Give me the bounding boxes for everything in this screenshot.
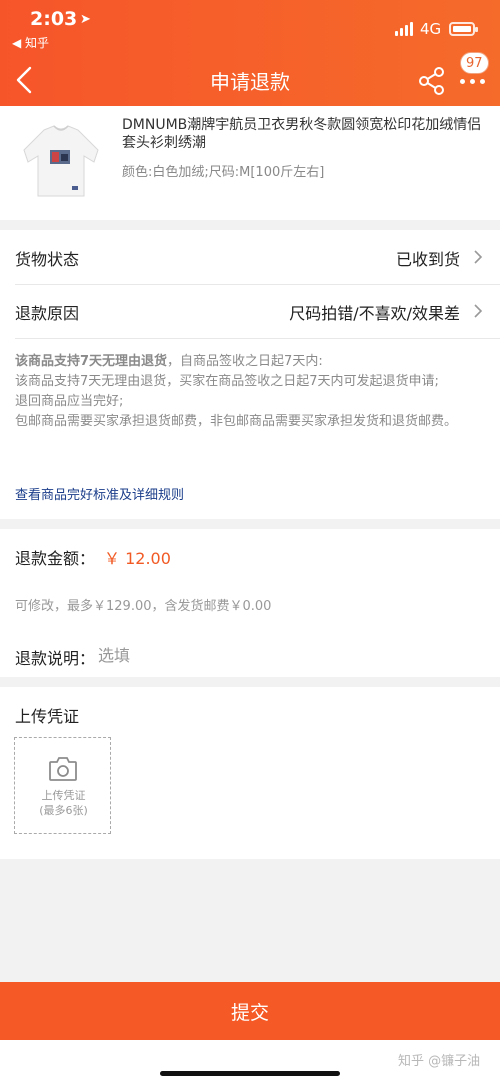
share-icon[interactable] [418,66,446,96]
product-card: DMNUMB潮牌宇航员卫衣男秋冬款圆领宽松印花加绒情侣套头衫刺绣潮 颜色:白色加… [0,106,500,220]
goods-status-label: 货物状态 [15,250,80,269]
more-icon[interactable] [460,76,486,86]
upload-box-label-line1: 上传凭证 [41,789,86,802]
network-type: 4G [420,20,442,38]
chevron-right-icon [474,304,483,318]
product-spec: 颜色:白色加绒;尺码:M[100斤左右] [122,165,325,180]
divider [15,338,500,339]
submit-button[interactable]: 提交 [0,982,500,1040]
chevron-right-icon [474,250,483,264]
goods-status-value: 已收到货 [395,250,460,269]
top-bar: 2:03 ➤ ◀ 知乎 4G 申请退款 97 [0,0,500,106]
return-policy: 该商品支持7天无理由退货，自商品签收之日起7天内: 该商品支持7天无理由退货，买… [15,352,490,432]
policy-bold: 该商品支持7天无理由退货 [15,354,168,369]
location-arrow-icon: ➤ [80,12,91,27]
product-title: DMNUMB潮牌宇航员卫衣男秋冬款圆领宽松印花加绒情侣套头衫刺绣潮 [122,117,482,151]
status-time: 2:03 [30,8,78,30]
refund-reason-row[interactable]: 退款原因 尺码拍错/不喜欢/效果差 [0,284,500,338]
message-count-badge: 97 [460,52,489,74]
upload-box-label: 上传凭证 (最多6张) [15,788,112,818]
policy-line4: 包邮商品需要买家承担退货邮费，非包邮商品需要买家承担发货和退货邮费。 [15,414,458,429]
product-thumbnail [14,116,108,210]
status-back-to-app[interactable]: ◀ 知乎 [12,34,49,51]
upload-evidence-button[interactable]: 上传凭证 (最多6张) [14,737,111,834]
refund-reason-label: 退款原因 [15,304,80,323]
refund-form: 货物状态 已收到货 退款原因 尺码拍错/不喜欢/效果差 该商品支持7天无理由退货… [0,230,500,519]
refund-remark-label: 退款说明： [15,649,96,668]
refund-amount-hint: 可修改，最多￥129.00，含发货邮费￥0.00 [15,599,272,614]
refund-remark-input[interactable] [98,643,478,667]
home-indicator[interactable] [160,1071,340,1076]
watermark: 知乎 @镰子油 [398,1054,481,1069]
refund-reason-value: 尺码拍错/不喜欢/效果差 [289,304,460,323]
camera-icon [49,757,77,781]
upload-evidence-section: 上传凭证 上传凭证 (最多6张) [0,687,500,859]
goods-status-row[interactable]: 货物状态 已收到货 [0,230,500,284]
policy-line1: ，自商品签收之日起7天内: [167,354,323,369]
policy-line3: 退回商品应当完好; [15,394,124,409]
refund-amount-value[interactable]: ￥ 12.00 [104,545,171,569]
refund-amount-section: 退款金额： ￥ 12.00 可修改，最多￥129.00，含发货邮费￥0.00 退… [0,529,500,677]
upload-box-label-line2: (最多6张) [39,804,88,817]
upload-title: 上传凭证 [15,707,80,726]
policy-details-link[interactable]: 查看商品完好标准及详细规则 [15,484,184,503]
policy-line2: 该商品支持7天无理由退货，买家在商品签收之日起7天内可发起退货申请; [15,374,439,389]
signal-icon [395,22,413,36]
battery-icon [449,22,478,36]
refund-amount-label: 退款金额： [15,549,96,568]
